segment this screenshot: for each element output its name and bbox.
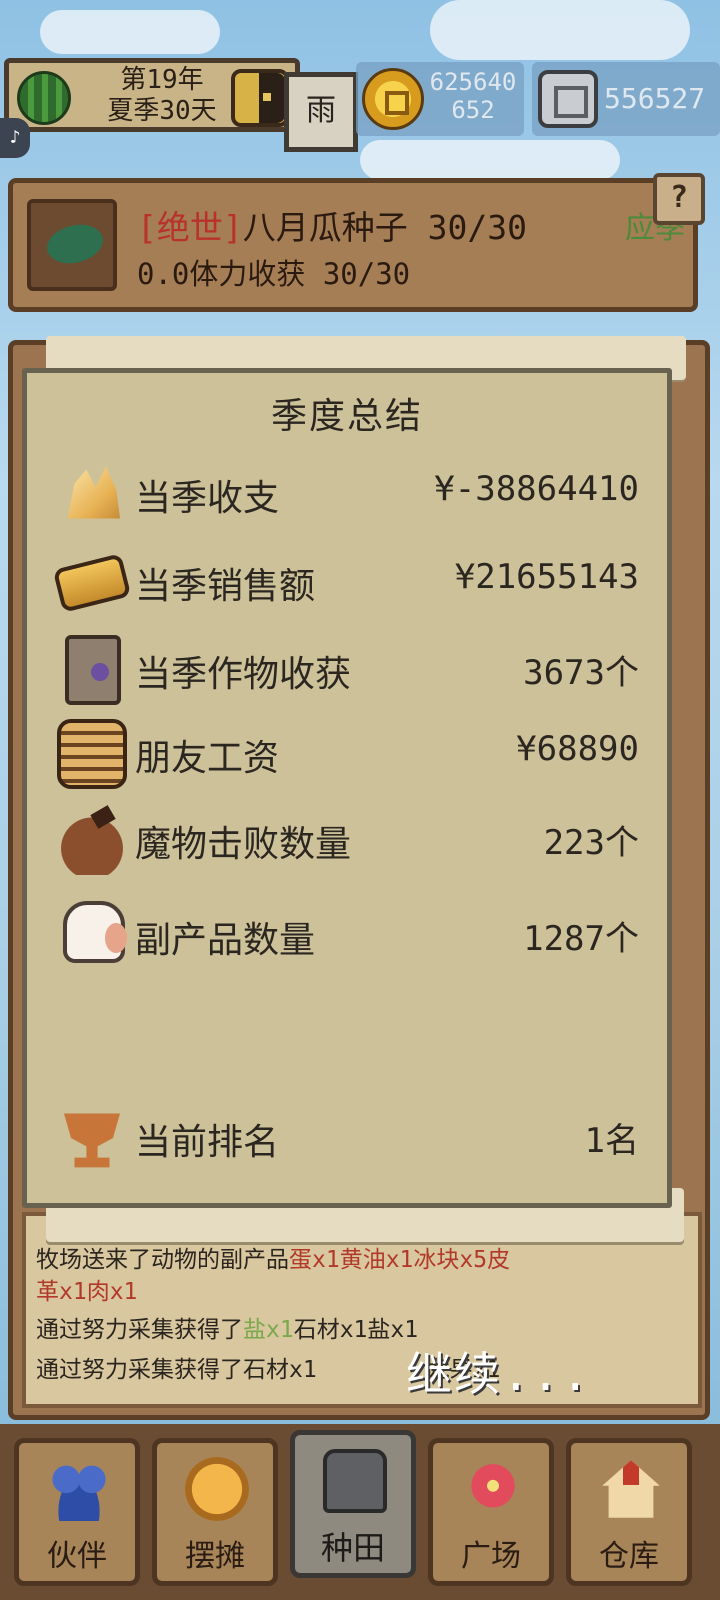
stat-label: 魔物击败数量 xyxy=(135,824,352,865)
nav-label: 仓库 xyxy=(599,1539,659,1574)
crystal-icon xyxy=(67,466,120,519)
silver-amount: 556527 xyxy=(604,82,706,115)
rank-value: 1名 xyxy=(584,1121,639,1161)
stat-row-monsters: 魔物击败数量 223个 xyxy=(27,805,667,875)
stat-row-sales: 当季销售额 ¥21655143 xyxy=(27,547,667,617)
cloud xyxy=(430,0,690,60)
loot-pouch-icon xyxy=(57,805,127,875)
people-icon xyxy=(47,1457,111,1521)
gold-amount: 625640 652 xyxy=(428,68,518,124)
friend-icon xyxy=(57,719,127,789)
nav-label: 种田 xyxy=(320,1529,385,1567)
flower-icon xyxy=(461,1457,525,1521)
house-icon xyxy=(602,1460,660,1518)
sheep-icon xyxy=(63,901,127,963)
rarity-tag: [绝世] xyxy=(137,208,243,247)
crop-info-panel: [绝世]八月瓜种子 30/30 0.0体力收获 30/30 应季 ? xyxy=(8,173,705,312)
gold-line1: 625640 xyxy=(429,68,517,96)
nav-partner[interactable]: 伙伴 xyxy=(14,1438,140,1586)
wood-log-icon xyxy=(52,553,132,613)
stat-label: 当季收支 xyxy=(135,478,280,519)
stat-value: ¥21655143 xyxy=(454,557,639,597)
stat-row-wages: 朋友工资 ¥68890 xyxy=(27,719,667,789)
stall-icon xyxy=(185,1457,249,1521)
stat-row-harvest: 当季作物收获 3673个 xyxy=(27,635,667,705)
bottom-nav: 伙伴 摆摊 种田 广场 仓库 xyxy=(0,1424,720,1600)
gold-line2: 652 xyxy=(451,96,495,124)
date-panel: 第19年 夏季30天 xyxy=(4,58,300,132)
nav-label: 广场 xyxy=(461,1539,521,1574)
nav-farm[interactable]: 种田 xyxy=(290,1430,416,1578)
rank-label: 当前排名 xyxy=(135,1122,280,1163)
cloud xyxy=(360,140,620,180)
year-label: 第19年 xyxy=(120,65,204,95)
log-line: 革x1肉x1 xyxy=(36,1279,138,1305)
date-text: 第19年 夏季30天 xyxy=(97,65,227,127)
nav-label: 伙伴 xyxy=(47,1539,107,1574)
help-button[interactable]: ? xyxy=(653,173,705,225)
watering-can-icon xyxy=(323,1449,387,1513)
stat-value: 1287个 xyxy=(523,919,639,959)
trophy-icon xyxy=(64,1113,120,1168)
stat-value: ¥-38864410 xyxy=(434,469,639,509)
stat-label: 当季作物收获 xyxy=(135,654,352,695)
season-summary-dialog: 季度总结 当季收支 ¥-38864410 当季销售额 ¥21655143 当季作… xyxy=(22,368,672,1208)
stat-value: 223个 xyxy=(543,823,639,863)
nav-plaza[interactable]: 广场 xyxy=(428,1438,554,1586)
seed-title: [绝世]八月瓜种子 30/30 xyxy=(137,201,527,249)
seed-icon[interactable] xyxy=(27,199,117,291)
log-line: 牧场送来了动物的副产品蛋x1黄油x1冰块x5皮 xyxy=(36,1247,511,1273)
stat-row-byproducts: 副产品数量 1287个 xyxy=(27,901,667,971)
nav-warehouse[interactable]: 仓库 xyxy=(566,1438,692,1586)
continue-button[interactable]: 继续... xyxy=(406,1338,591,1404)
nav-label: 摆摊 xyxy=(185,1539,245,1574)
stat-row-balance: 当季收支 ¥-38864410 xyxy=(27,459,667,529)
watermelon-icon xyxy=(17,71,71,125)
stat-value: ¥68890 xyxy=(516,729,639,769)
silver-counter: 556527 xyxy=(532,62,720,136)
gold-coin-icon xyxy=(362,68,424,130)
stat-label: 朋友工资 xyxy=(135,738,280,779)
nav-stall[interactable]: 摆摊 xyxy=(152,1438,278,1586)
season-label: 夏季30天 xyxy=(107,96,217,126)
gold-counter: 625640 652 xyxy=(356,62,524,136)
stat-row-rank: 当前排名 1名 xyxy=(27,1103,667,1173)
music-icon[interactable]: ♪ xyxy=(0,118,30,158)
stat-value: 3673个 xyxy=(523,653,639,693)
seed-bag-icon xyxy=(65,635,121,705)
harvest-info: 0.0体力收获 30/30 xyxy=(137,257,411,291)
cloud xyxy=(40,10,220,54)
stat-label: 副产品数量 xyxy=(135,920,316,961)
seed-name: 八月瓜种子 30/30 xyxy=(242,208,527,247)
stat-label: 当季销售额 xyxy=(135,566,316,607)
time-toggle-icon[interactable] xyxy=(231,69,289,127)
silver-ingot-icon xyxy=(538,70,598,128)
dialog-title: 季度总结 xyxy=(270,396,423,437)
weather-indicator: 雨 xyxy=(284,72,358,152)
log-line: 通过努力采集获得了盐x1石材x1盐x1 xyxy=(36,1317,419,1343)
